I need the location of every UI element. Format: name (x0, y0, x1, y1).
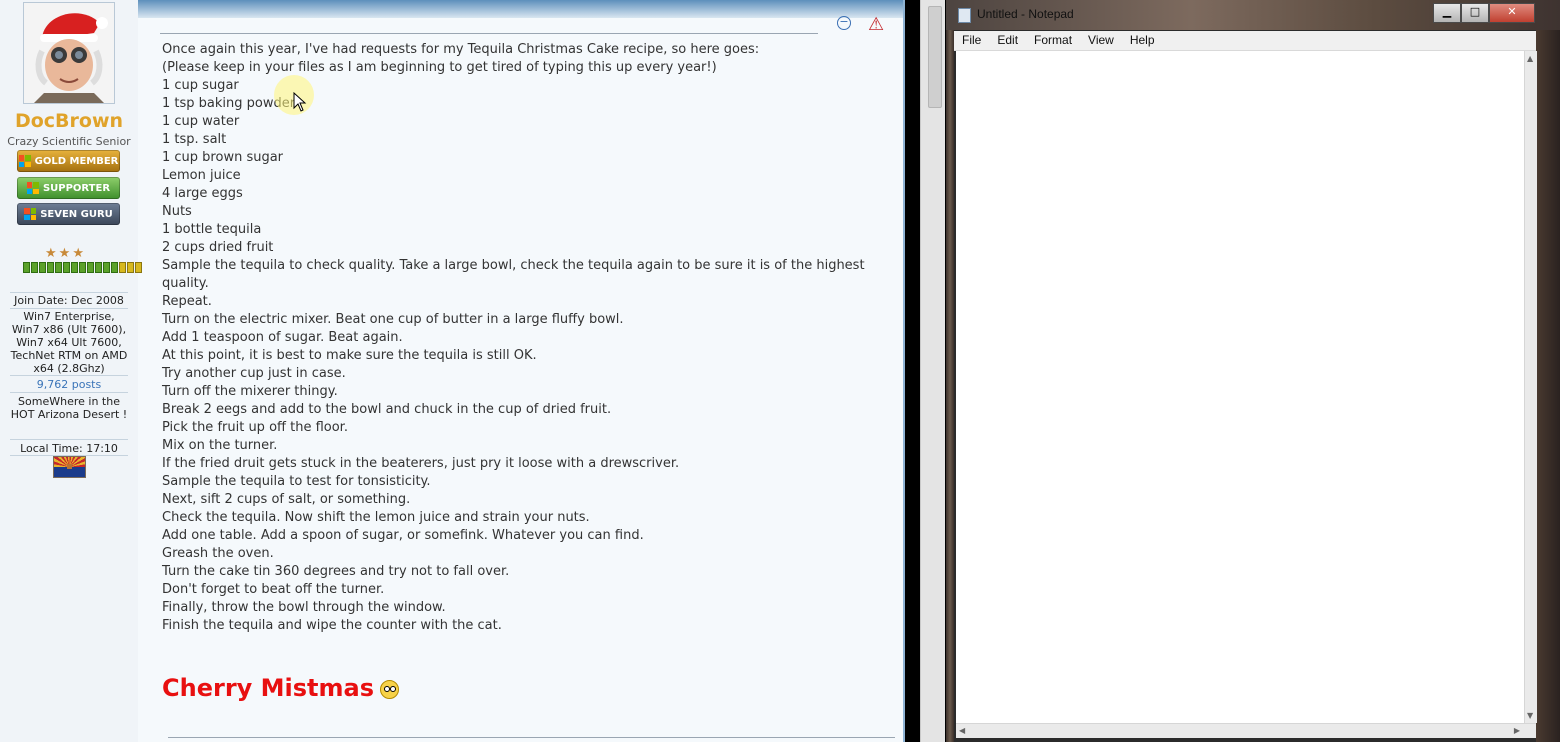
post-header-line (160, 33, 818, 34)
window-frame-right (1536, 30, 1560, 742)
window-border (903, 0, 905, 742)
reputation-bar (23, 262, 142, 273)
system-specs: Win7 Enterprise, Win7 x86 (Ult 7600), Wi… (10, 310, 128, 375)
badge-label: GOLD MEMBER (34, 155, 119, 167)
post-line: 1 cup sugar (162, 78, 239, 93)
post-line: Sample the tequila to check quality. Tak… (162, 258, 869, 291)
post-line: Sample the tequila to test for tonsistic… (162, 474, 431, 489)
seven-guru-badge: SEVEN GURU (17, 203, 120, 225)
badge-label: SEVEN GURU (40, 208, 113, 220)
signature: Cherry Mistmas (162, 674, 400, 702)
post-line: Finally, throw the bowl through the wind… (162, 600, 446, 615)
user-avatar[interactable] (23, 2, 115, 104)
notepad-window: Untitled - Notepad ▁ □ ✕ File Edit Forma… (946, 0, 1560, 742)
notepad-menubar: File Edit Format View Help (954, 31, 1536, 51)
notepad-text-area[interactable] (956, 51, 1524, 723)
post-footer-line (168, 737, 895, 738)
menu-format[interactable]: Format (1026, 31, 1080, 50)
post-line: Turn the cake tin 360 degrees and try no… (162, 564, 510, 579)
post-line: Once again this year, I've had requests … (162, 42, 760, 57)
post-line: Pick the fruit up off the floor. (162, 420, 348, 435)
windows-logo-icon (24, 208, 37, 220)
medal-icon: ★ (58, 246, 71, 261)
divider (10, 308, 128, 309)
post-line: Turn on the electric mixer. Beat one cup… (162, 312, 624, 327)
maximize-button[interactable]: □ (1461, 3, 1489, 23)
post-line: Don't forget to beat off the turner. (162, 582, 385, 597)
windows-logo-icon (26, 182, 39, 194)
post-line: 1 tsp. salt (162, 132, 227, 147)
post-line: Repeat. (162, 294, 212, 309)
scroll-left-icon[interactable]: ◀ (959, 726, 965, 735)
post-line: Lemon juice (162, 168, 241, 183)
mouse-pointer-icon (293, 92, 307, 112)
medal-stars: ★ ★ ★ (45, 246, 84, 261)
post-line: 1 bottle tequila (162, 222, 262, 237)
medal-icon: ★ (45, 246, 57, 261)
window-frame-left (946, 30, 954, 742)
supporter-badge: SUPPORTER (17, 177, 120, 199)
window-controls: ▁ □ ✕ (1433, 3, 1535, 23)
post-line: Next, sift 2 cups of salt, or something. (162, 492, 411, 507)
arizona-flag-icon (53, 456, 86, 478)
minimize-post-icon[interactable]: − (837, 16, 851, 30)
username[interactable]: DocBrown (0, 110, 138, 132)
post-line: At this point, it is best to make sure t… (162, 348, 537, 363)
post-line: Nuts (162, 204, 192, 219)
scrollbar-thumb[interactable] (928, 6, 942, 108)
post-line: 4 large eggs (162, 186, 243, 201)
menu-file[interactable]: File (954, 31, 989, 50)
forum-post-window: DocBrown Crazy Scientific Senior GOLD ME… (0, 0, 904, 742)
post-line: 1 cup water (162, 114, 240, 129)
smiley-icon (380, 679, 400, 699)
gold-member-badge: GOLD MEMBER (17, 150, 120, 172)
post-line: Greash the oven. (162, 546, 274, 561)
avatar-image (24, 3, 114, 103)
post-line: 1 tsp baking powder (162, 96, 296, 111)
scroll-right-icon[interactable]: ▶ (1514, 726, 1520, 735)
post-count-link[interactable]: 9,762 posts (10, 378, 128, 391)
minimize-button[interactable]: ▁ (1433, 3, 1461, 23)
menu-view[interactable]: View (1080, 31, 1122, 50)
user-info-panel: DocBrown Crazy Scientific Senior GOLD ME… (0, 0, 142, 742)
divider (10, 375, 128, 376)
post-line: 2 cups dried fruit (162, 240, 274, 255)
post-line: Check the tequila. Now shift the lemon j… (162, 510, 590, 525)
notepad-vertical-scrollbar[interactable]: ▲ ▼ (1524, 51, 1537, 723)
user-title: Crazy Scientific Senior (7, 135, 131, 148)
local-time: Local Time: 17:10 (20, 442, 118, 455)
post-line: Finish the tequila and wipe the counter … (162, 618, 502, 633)
user-location: SomeWhere in the HOT Arizona Desert ! (10, 395, 128, 421)
report-post-icon[interactable]: ⚠ (868, 16, 884, 34)
divider (10, 439, 128, 440)
post-line: 1 cup brown sugar (162, 150, 284, 165)
windows-logo-icon (18, 155, 31, 167)
badge-label: SUPPORTER (42, 182, 111, 194)
medal-icon: ★ (72, 246, 84, 261)
post-line: Mix on the turner. (162, 438, 278, 453)
notepad-title: Untitled - Notepad (977, 7, 1074, 21)
post-line: (Please keep in your files as I am begin… (162, 60, 717, 75)
post-line: Break 2 eegs and add to the bowl and chu… (162, 402, 612, 417)
divider (10, 292, 128, 293)
post-body: Once again this year, I've had requests … (162, 41, 902, 635)
post-line: Add 1 teaspoon of sugar. Beat again. (162, 330, 403, 345)
post-line: Turn off the mixerer thingy. (162, 384, 338, 399)
menu-help[interactable]: Help (1122, 31, 1163, 50)
menu-edit[interactable]: Edit (989, 31, 1026, 50)
browser-scrollbar[interactable] (920, 0, 945, 742)
post-line: Add one table. Add a spoon of sugar, or … (162, 528, 644, 543)
post-line: If the fried druit gets stuck in the bea… (162, 456, 680, 471)
notepad-app-icon[interactable] (958, 8, 971, 23)
scroll-up-icon[interactable]: ▲ (1527, 54, 1533, 63)
signature-text: Cherry Mistmas (162, 674, 375, 702)
join-date: Join Date: Dec 2008 (14, 294, 124, 307)
scroll-down-icon[interactable]: ▼ (1527, 711, 1533, 720)
notepad-titlebar[interactable]: Untitled - Notepad ▁ □ ✕ (946, 0, 1560, 30)
post-line: Try another cup just in case. (162, 366, 346, 381)
divider (10, 392, 128, 393)
notepad-horizontal-scrollbar[interactable]: ◀ ▶ (956, 723, 1536, 738)
close-button[interactable]: ✕ (1489, 3, 1535, 23)
